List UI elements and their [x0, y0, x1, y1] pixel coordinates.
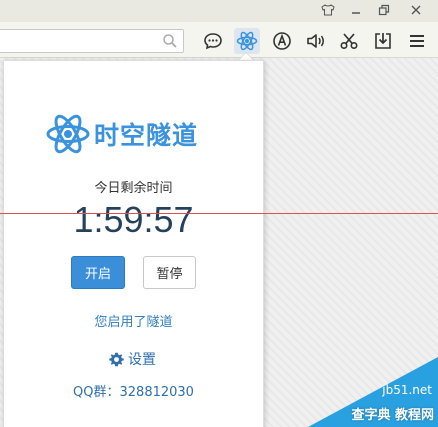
pause-button[interactable]: 暂停 — [143, 256, 196, 289]
restore-icon[interactable] — [372, 0, 396, 20]
address-input[interactable] — [0, 30, 159, 52]
watermark-text: 查字典 教程网 — [351, 408, 434, 423]
qq-group: QQ群：328812030 — [4, 381, 263, 400]
close-icon[interactable] — [404, 0, 428, 20]
app-logo: 时空隧道 — [46, 109, 226, 159]
chat-icon[interactable] — [200, 28, 226, 54]
settings-label: 设置 — [128, 352, 156, 368]
remaining-time-label: 今日剩余时间 — [94, 181, 173, 196]
download-icon[interactable] — [370, 28, 396, 54]
address-bar[interactable] — [0, 29, 184, 53]
menu-icon[interactable] — [404, 28, 430, 54]
atom-icon[interactable] — [234, 28, 260, 54]
search-icon[interactable] — [162, 33, 178, 49]
scissors-icon[interactable] — [336, 28, 362, 54]
font-icon[interactable] — [269, 28, 295, 54]
watermark-url: jb51.net — [382, 383, 432, 397]
start-button[interactable]: 开启 — [71, 256, 125, 289]
qq-number[interactable]: 328812030 — [120, 385, 194, 400]
overlay-line — [0, 213, 438, 214]
site-watermark: jb51.net 查字典 教程网 — [288, 352, 438, 427]
countdown-timer: 1:59:57 — [73, 199, 194, 240]
atom-logo-icon — [46, 114, 90, 154]
minimize-icon[interactable] — [344, 0, 368, 20]
status-text: 您启用了隧道 — [94, 315, 173, 330]
title-bar — [0, 0, 438, 22]
shirt-icon[interactable] — [316, 0, 340, 20]
settings-link[interactable]: 设置 — [109, 349, 156, 369]
logo-text: 时空隧道 — [94, 121, 199, 150]
qq-label: QQ群： — [73, 385, 120, 400]
speaker-icon[interactable] — [303, 28, 329, 54]
extension-popup: 时空隧道 今日剩余时间 1:59:57 开启 暂停 您启用了隧道 设置 QQ群：… — [3, 60, 264, 427]
gear-icon — [109, 352, 124, 366]
browser-toolbar — [0, 22, 438, 58]
